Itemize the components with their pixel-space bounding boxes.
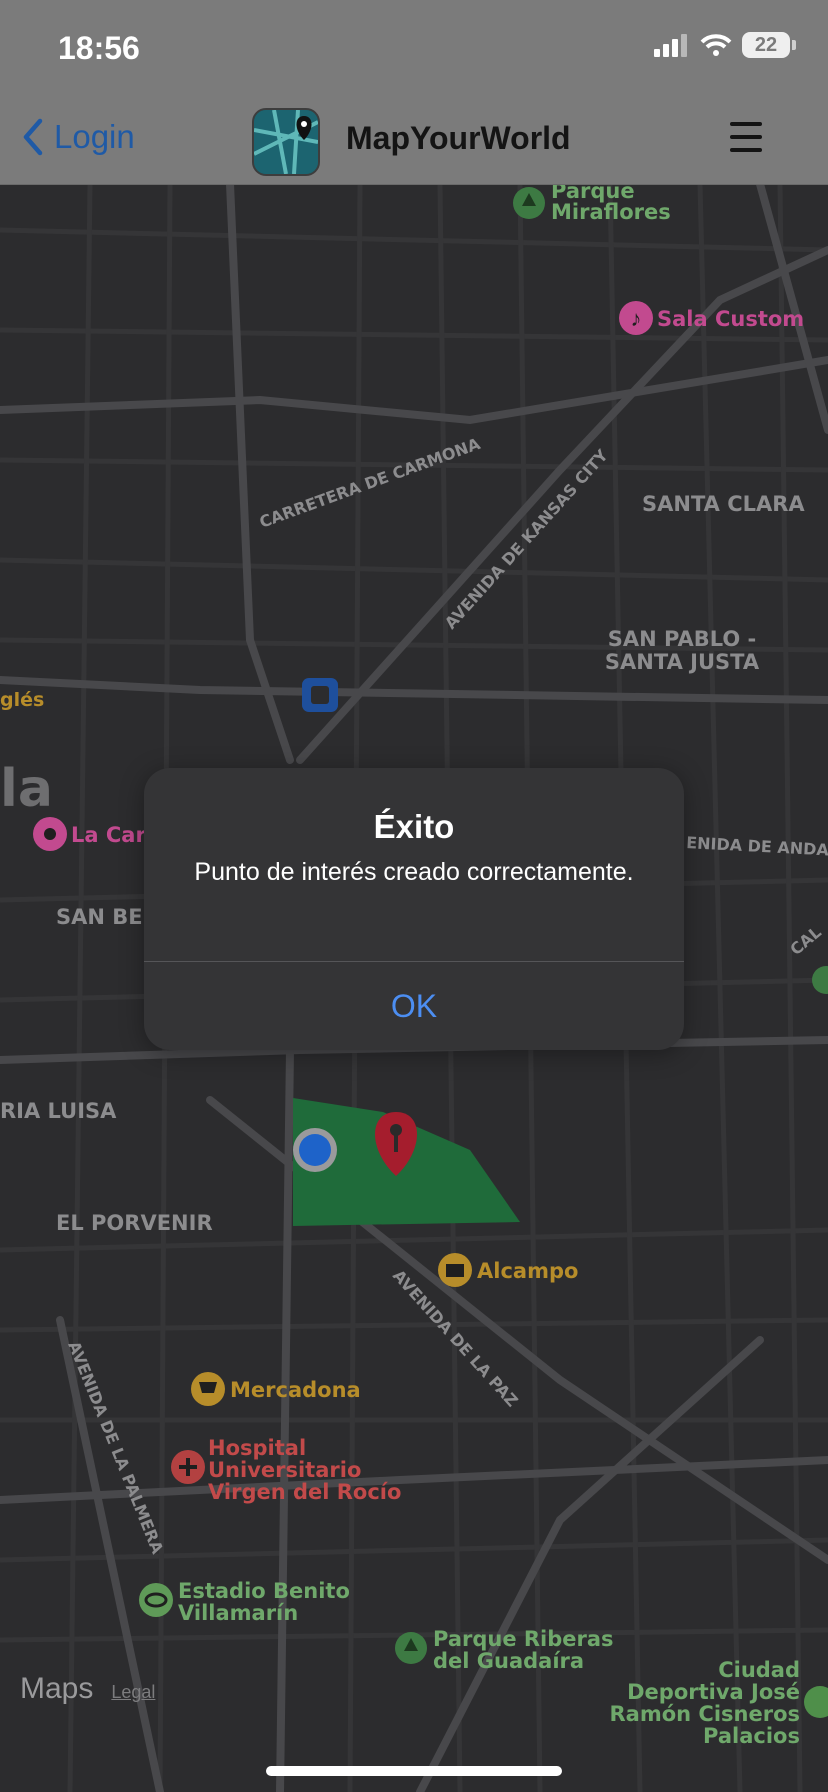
status-time: 18:56 — [58, 30, 140, 66]
alert-title: Éxito — [373, 808, 455, 845]
status-bar: 18:56 22 — [0, 0, 828, 96]
success-alert-dialog: Éxito Punto de interés creado correctame… — [144, 768, 684, 1050]
battery-icon: 22 — [742, 32, 790, 58]
signal-icon — [654, 34, 687, 57]
navigation-bar: Login MapYourWorld — [0, 96, 828, 185]
chevron-left-icon — [23, 118, 43, 156]
ok-button[interactable]: OK — [144, 962, 684, 1050]
legal-link[interactable]: Legal — [111, 1682, 155, 1703]
back-label: Login — [54, 118, 135, 155]
status-icons: 22 — [654, 32, 796, 58]
apple-maps-logo: Maps — [20, 1672, 94, 1705]
app-title: MapYourWorld — [346, 120, 571, 156]
menu-icon[interactable] — [730, 122, 762, 152]
alert-message: Punto de interés creado correctamente. — [194, 858, 634, 886]
maps-attribution: Maps Legal — [20, 1672, 155, 1706]
app-logo — [252, 108, 320, 176]
back-button[interactable]: Login — [22, 118, 135, 156]
home-indicator[interactable] — [266, 1766, 562, 1776]
wifi-icon — [700, 34, 732, 56]
